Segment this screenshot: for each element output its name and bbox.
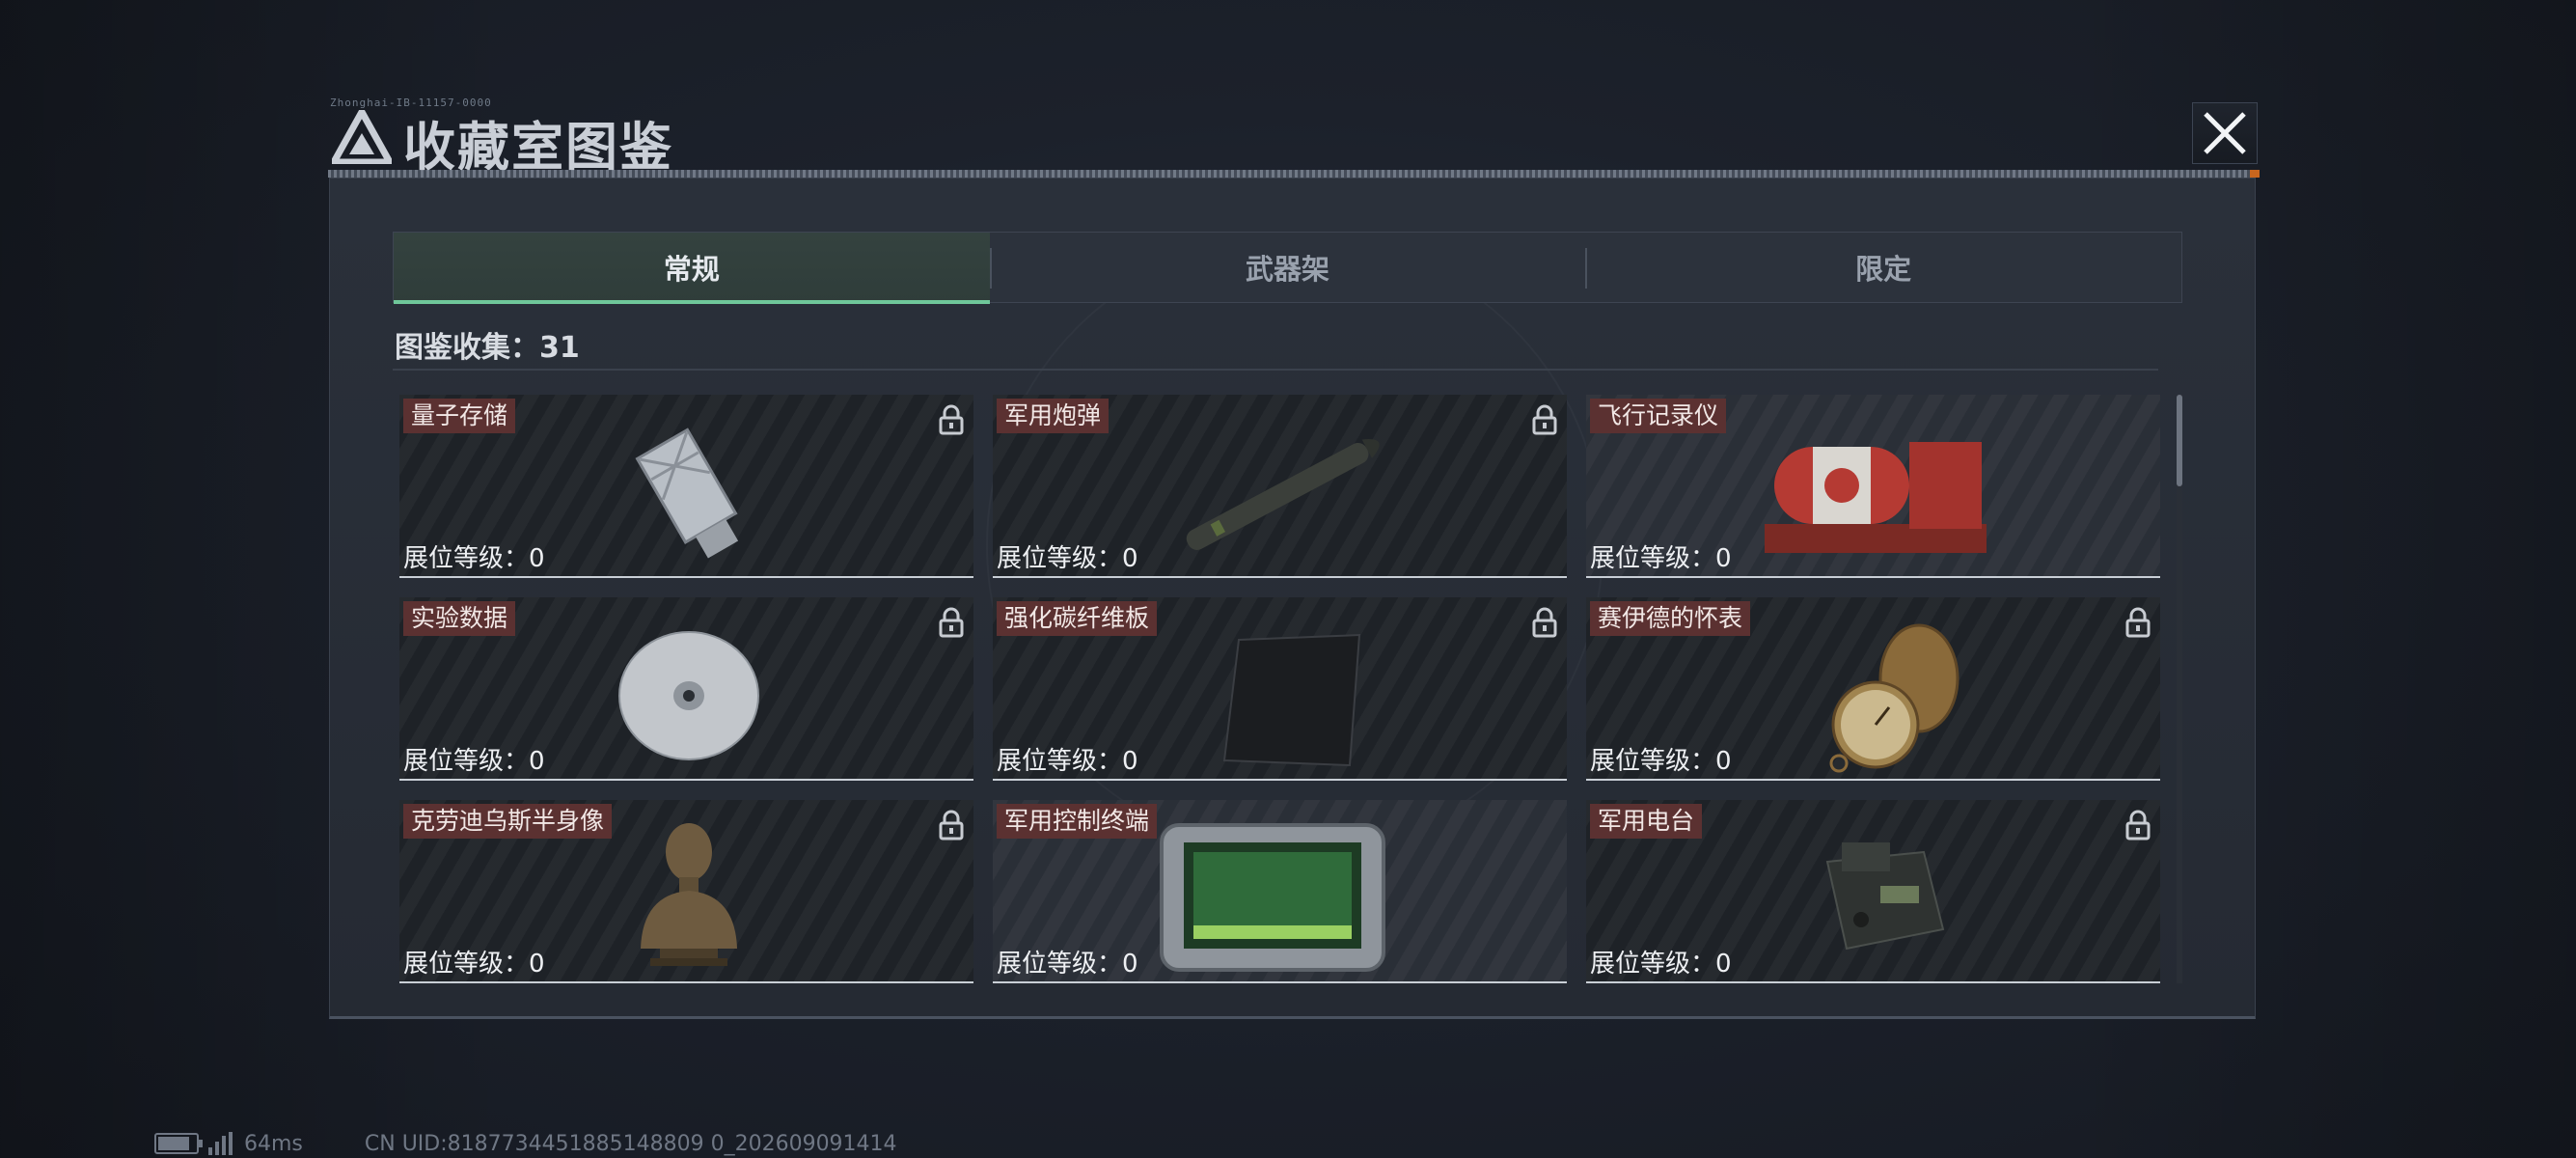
flight-recorder-icon — [1765, 442, 1987, 553]
collection-count: 图鉴收集：31 — [395, 331, 580, 365]
booth-level: 展位等级：0 — [403, 747, 545, 776]
pocket-watch-icon — [1829, 623, 1959, 773]
ping-text: 64ms — [244, 1131, 303, 1156]
item-name: 量子存储 — [403, 399, 516, 433]
item-card[interactable]: 军用控制终端 展位等级：0 — [993, 800, 1567, 983]
item-card[interactable]: 量子存储 展位等级：0 — [399, 395, 973, 578]
lock-icon — [939, 810, 964, 841]
booth-level: 展位等级：0 — [403, 544, 545, 573]
item-grid: 量子存储 展位等级：0 军用炮弹 展位等级：0 飞行记录仪 展位等级：0 实验数… — [399, 395, 2165, 1007]
scrollbar-thumb[interactable] — [2177, 395, 2182, 486]
collection-panel: 常规 武器架 限定 图鉴收集：31 量子存储 展位等级：0 军用炮弹 展位等级：… — [329, 178, 2256, 1019]
uid-text: CN UID:8187734451885148809 0_20260909141… — [364, 1131, 897, 1156]
item-card[interactable]: 军用电台 展位等级：0 — [1586, 800, 2160, 983]
booth-level: 展位等级：0 — [997, 747, 1138, 776]
header-divider-accent — [2250, 170, 2260, 178]
tab-bar: 常规 武器架 限定 — [393, 232, 2182, 304]
tab-regular[interactable]: 常规 — [394, 233, 990, 304]
close-button[interactable] — [2192, 102, 2258, 164]
item-name: 赛伊德的怀表 — [1590, 601, 1751, 636]
lock-icon — [939, 607, 964, 638]
item-name: 军用炮弹 — [997, 399, 1110, 433]
item-name: 克劳迪乌斯半身像 — [403, 804, 613, 839]
radio-icon — [1825, 842, 1945, 951]
item-name: 实验数据 — [403, 601, 516, 636]
lock-icon — [939, 404, 964, 435]
dialog-header: Zhonghai-IB-11157-0000 收藏室图鉴 — [318, 96, 2260, 179]
booth-level: 展位等级：0 — [997, 950, 1138, 979]
usb-drive-icon — [635, 427, 739, 559]
booth-level: 展位等级：0 — [1590, 747, 1732, 776]
booth-level: 展位等级：0 — [1590, 950, 1732, 979]
booth-level: 展位等级：0 — [1590, 544, 1732, 573]
scrollbar[interactable] — [2177, 395, 2182, 983]
booth-level: 展位等级：0 — [403, 950, 545, 979]
status-bar: 64ms CN UID:8187734451885148809 0_202609… — [154, 1129, 897, 1158]
item-card[interactable]: 赛伊德的怀表 展位等级：0 — [1586, 597, 2160, 781]
artillery-shell-icon — [1186, 439, 1380, 550]
close-icon — [2204, 112, 2246, 154]
item-card[interactable]: 飞行记录仪 展位等级：0 — [1586, 395, 2160, 578]
control-terminal-icon — [1160, 823, 1385, 972]
lock-icon — [2125, 810, 2151, 841]
item-name: 强化碳纤维板 — [997, 601, 1158, 636]
tab-weapon-rack[interactable]: 武器架 — [989, 233, 1586, 302]
carbon-plate-icon — [1222, 633, 1361, 767]
bust-icon — [641, 823, 737, 966]
disc-icon — [618, 631, 759, 760]
lock-icon — [2125, 607, 2151, 638]
item-card[interactable]: 克劳迪乌斯半身像 展位等级：0 — [399, 800, 973, 983]
tab-limited[interactable]: 限定 — [1585, 233, 2181, 302]
item-name: 飞行记录仪 — [1590, 399, 1727, 433]
signal-icon — [208, 1132, 233, 1155]
lock-icon — [1532, 404, 1557, 435]
header-divider — [328, 170, 2258, 178]
item-card[interactable]: 实验数据 展位等级：0 — [399, 597, 973, 781]
item-name: 军用控制终端 — [997, 804, 1158, 839]
lock-icon — [1532, 607, 1557, 638]
item-card[interactable]: 军用炮弹 展位等级：0 — [993, 395, 1567, 578]
battery-icon — [154, 1133, 203, 1154]
triangle-logo-icon — [332, 110, 392, 164]
item-card[interactable]: 强化碳纤维板 展位等级：0 — [993, 597, 1567, 781]
booth-level: 展位等级：0 — [997, 544, 1138, 573]
section-divider — [393, 369, 2158, 371]
item-name: 军用电台 — [1590, 804, 1703, 839]
